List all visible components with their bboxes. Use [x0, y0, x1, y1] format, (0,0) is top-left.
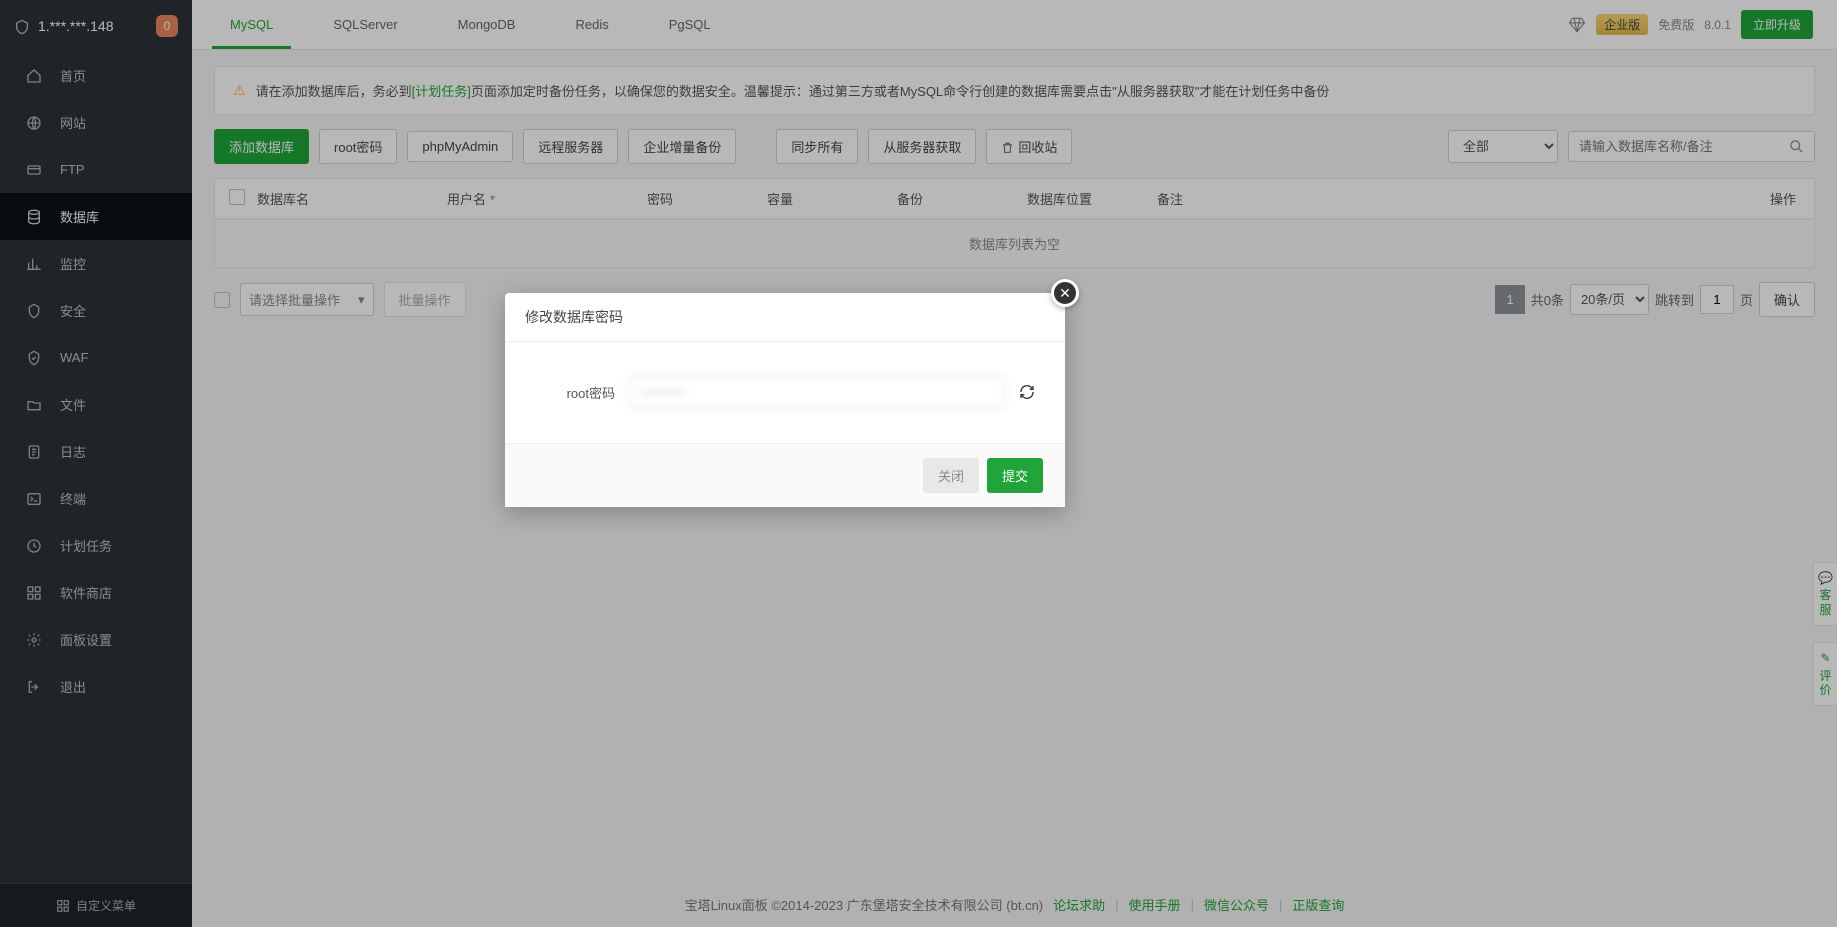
root-password-input[interactable]: [629, 376, 1005, 409]
root-password-label: root密码: [535, 383, 615, 402]
modal-body: root密码: [505, 342, 1065, 443]
modal-title: 修改数据库密码: [505, 293, 1065, 342]
modal-close-button[interactable]: ✕: [1051, 279, 1079, 307]
close-icon: ✕: [1059, 285, 1071, 302]
change-password-modal: ✕ 修改数据库密码 root密码 关闭 提交: [505, 293, 1065, 507]
modal-close-button-2[interactable]: 关闭: [923, 458, 979, 493]
modal-footer: 关闭 提交: [505, 443, 1065, 507]
regenerate-password-button[interactable]: [1019, 384, 1035, 402]
modal-submit-button[interactable]: 提交: [987, 458, 1043, 493]
